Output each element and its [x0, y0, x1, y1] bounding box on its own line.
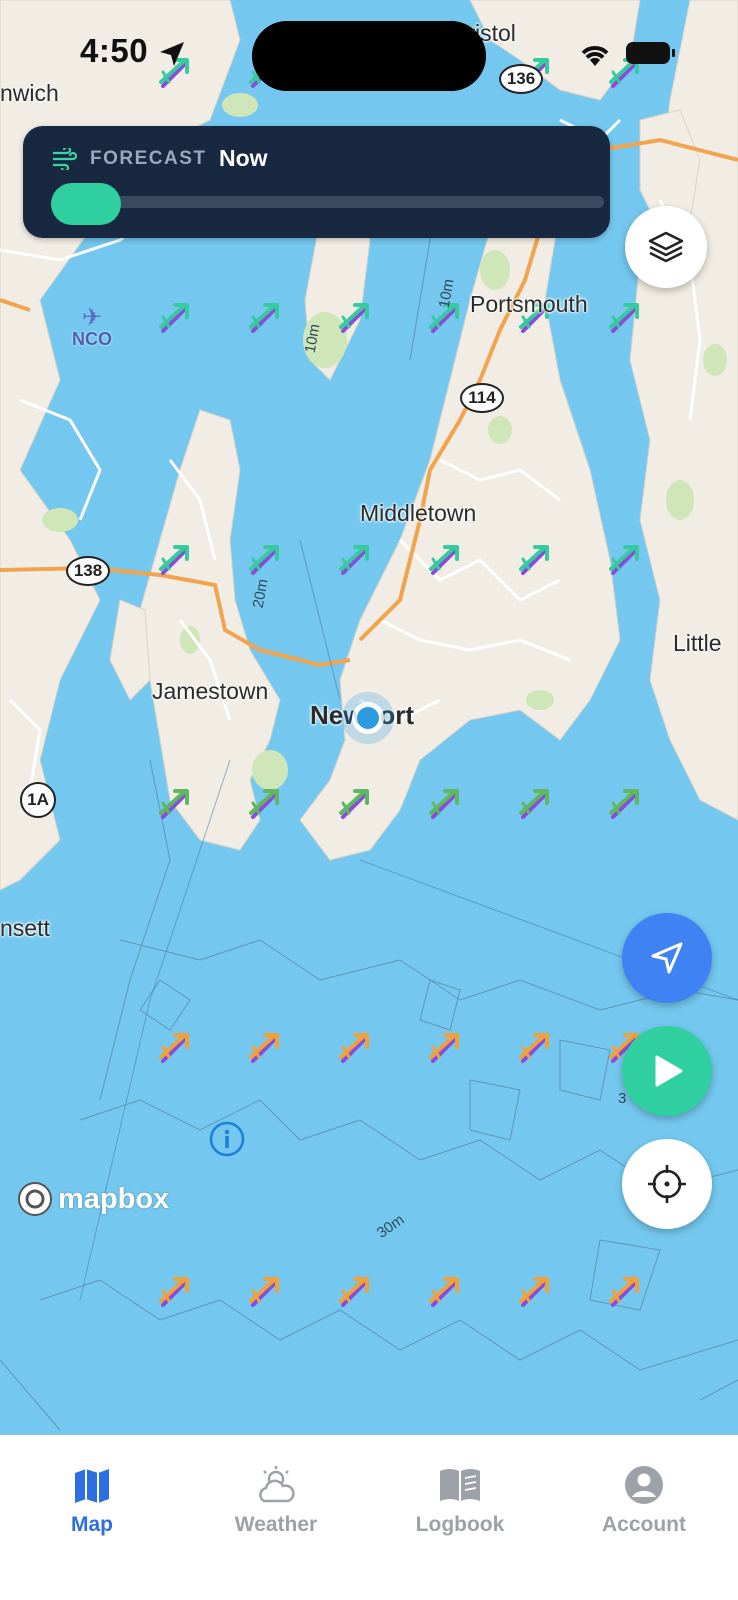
map-label-portsmouth: Portsmouth: [470, 291, 588, 317]
map-label-middletown: Middletown: [360, 500, 477, 526]
wind-arrow-icon: [429, 789, 459, 819]
wind-arrow-icon: [159, 303, 189, 333]
wind-arrow-icon: [159, 1277, 189, 1307]
wind-arrow-icon: [339, 1033, 369, 1063]
airplane-icon: ✈: [81, 303, 103, 331]
wind-arrow-icon: [339, 789, 369, 819]
weather-icon: [259, 1466, 295, 1503]
wind-arrow-icon: [249, 789, 279, 819]
wind-arrow-icon: [429, 1033, 459, 1063]
wind-arrow-icon: [339, 303, 369, 333]
dynamic-island: [252, 21, 486, 91]
forecast-kicker: FORECAST: [90, 148, 207, 169]
forecast-panel: FORECAST Now: [23, 126, 610, 238]
tab-label: Map: [71, 1513, 113, 1536]
map-label-jamestown: Jamestown: [152, 678, 269, 704]
depth-label: 3: [618, 1090, 627, 1107]
tab-logbook[interactable]: Logbook: [368, 1435, 552, 1555]
route-shield: 136: [499, 64, 543, 94]
play-button[interactable]: [622, 1026, 712, 1116]
layers-button[interactable]: [625, 206, 707, 288]
forecast-timeline-thumb[interactable]: [51, 183, 121, 225]
account-icon: [625, 1466, 663, 1504]
wind-arrow-icon: [159, 1033, 189, 1063]
map-label-little-compton: Little: [673, 630, 722, 656]
airport-label: NCO: [72, 329, 112, 349]
wind-arrow-icon: [339, 1277, 369, 1307]
layers-icon: [648, 231, 684, 263]
wind-arrow-icon: [429, 1277, 459, 1307]
tab-label: Logbook: [415, 1513, 505, 1536]
status-time: 4:50: [80, 32, 149, 69]
tab-weather[interactable]: Weather: [184, 1435, 368, 1555]
logbook-icon: [440, 1469, 480, 1501]
wind-arrow-icon: [249, 1033, 279, 1063]
mapbox-logo-icon: [18, 1182, 52, 1216]
wind-arrow-icon: [249, 1277, 279, 1307]
wind-arrow-icon: [609, 545, 639, 575]
wind-arrow-icon: [159, 545, 189, 575]
wind-arrow-icon: [249, 303, 279, 333]
map-label-narragansett: nsett: [0, 915, 50, 941]
wind-arrow-icon: [339, 545, 369, 575]
wind-arrow-icon: [429, 545, 459, 575]
navigate-button[interactable]: [622, 913, 712, 1003]
wind-arrow-icon: [249, 545, 279, 575]
wifi-icon: [581, 46, 609, 66]
wind-arrow-icon: [609, 789, 639, 819]
navigation-arrow-icon: [651, 942, 683, 974]
route-shield: 138: [66, 556, 110, 586]
wind-arrow-icon: [609, 303, 639, 333]
battery-icon: [626, 42, 670, 64]
tab-bar: Map Weather Logbook Account: [0, 1435, 738, 1600]
wind-arrow-icon: [519, 1033, 549, 1063]
wind-arrow-icon: [609, 1277, 639, 1307]
mapbox-attribution[interactable]: mapbox: [16, 1180, 169, 1218]
tab-label: Weather: [234, 1513, 318, 1536]
tab-label: Account: [602, 1513, 686, 1536]
wind-arrow-icon: [159, 789, 189, 819]
wind-arrow-icon: [519, 545, 549, 575]
user-location-dot: [352, 702, 384, 734]
location-arrow-icon: [160, 42, 184, 66]
route-shield: 1A: [20, 782, 56, 818]
info-icon[interactable]: [209, 1121, 245, 1157]
airport-marker: ✈ NCO: [66, 305, 118, 350]
wind-icon: [53, 148, 77, 170]
mapbox-wordmark: mapbox: [58, 1182, 170, 1215]
wind-arrow-icon: [519, 789, 549, 819]
forecast-timeline-track[interactable]: [51, 196, 604, 208]
wind-arrow-icon: [519, 1277, 549, 1307]
tab-account[interactable]: Account: [552, 1435, 736, 1555]
play-icon: [655, 1055, 683, 1087]
route-shield: 114: [460, 383, 504, 413]
locate-button[interactable]: [622, 1139, 712, 1229]
battery-tip: [672, 49, 675, 57]
map-icon: [75, 1469, 109, 1503]
tab-map[interactable]: Map: [0, 1435, 184, 1555]
crosshair-icon: [648, 1165, 686, 1203]
map-label-warwick: nwich: [0, 80, 59, 106]
forecast-time-value: Now: [219, 145, 268, 171]
